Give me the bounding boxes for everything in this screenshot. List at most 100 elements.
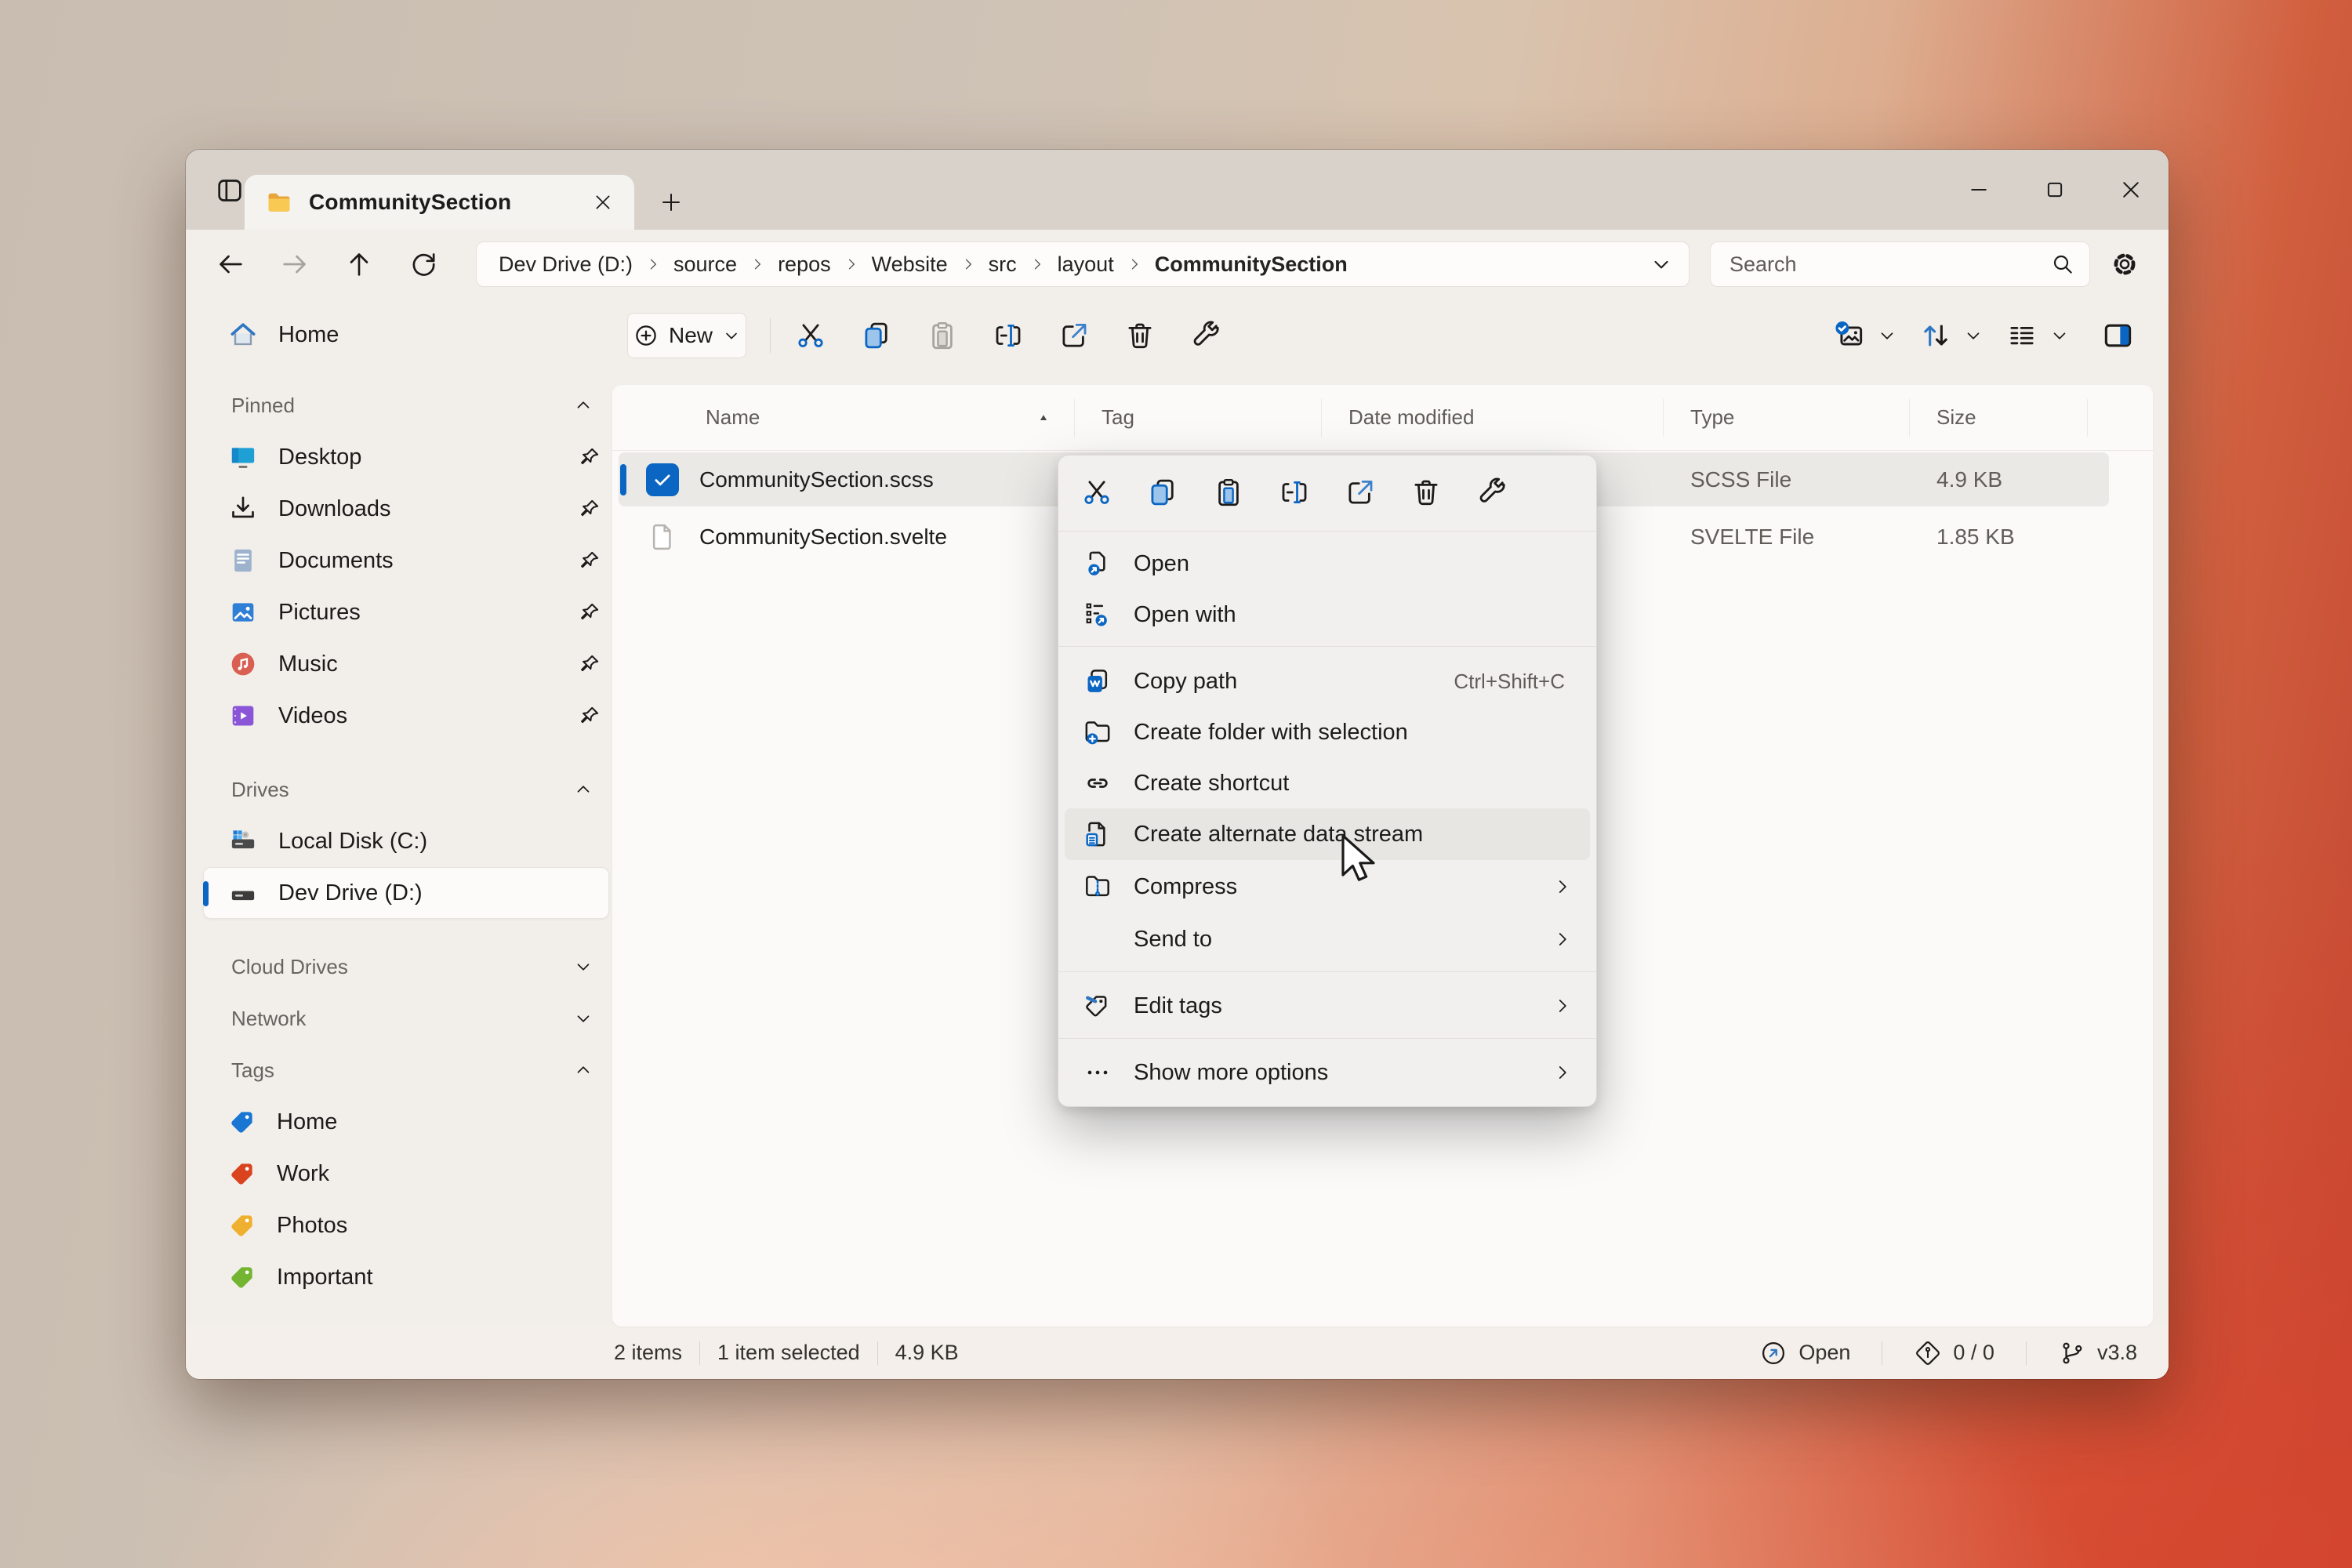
sidebar-tag-important[interactable]: Important <box>186 1251 612 1303</box>
rename-button[interactable] <box>1272 470 1317 515</box>
paste-button[interactable] <box>920 313 965 358</box>
section-header-label: Tags <box>231 1058 274 1083</box>
sidebar-item-dev-drive-d[interactable]: Dev Drive (D:) <box>203 867 609 919</box>
sidebar-item-pictures[interactable]: Pictures <box>186 586 612 638</box>
copy-button[interactable] <box>1140 470 1185 515</box>
chevron-up-icon[interactable] <box>573 395 593 416</box>
share-button[interactable] <box>1338 470 1383 515</box>
sidebar-tag-photos[interactable]: Photos <box>186 1200 612 1251</box>
sort-button[interactable] <box>1913 313 1958 358</box>
sidebar-item-music[interactable]: Music <box>186 638 612 690</box>
data-stream-icon <box>1082 818 1113 850</box>
rename-button[interactable] <box>985 313 1031 358</box>
chevron-up-icon[interactable] <box>573 779 593 800</box>
breadcrumb-segment[interactable]: Website <box>870 249 949 280</box>
sidebar-item-downloads[interactable]: Downloads <box>186 483 612 535</box>
pin-icon[interactable] <box>578 445 601 469</box>
paste-button[interactable] <box>1206 470 1251 515</box>
cut-button[interactable] <box>1074 470 1120 515</box>
chevron-up-icon[interactable] <box>573 1060 593 1080</box>
sidebar-item-home[interactable]: Home <box>186 309 612 361</box>
column-header-date-modified[interactable]: Date modified <box>1322 399 1664 437</box>
sidebar-item-documents[interactable]: Documents <box>186 535 612 586</box>
menu-item-create-shortcut[interactable]: Create shortcut <box>1065 757 1590 809</box>
sidebar-item-label: Pictures <box>278 600 361 626</box>
sidebar-section-cloud-drives[interactable]: Cloud Drives <box>186 941 612 993</box>
pin-icon[interactable] <box>578 601 601 624</box>
sidebar-section-pinned[interactable]: Pinned <box>186 379 612 431</box>
search-icon[interactable] <box>2050 252 2075 277</box>
pin-icon[interactable] <box>578 497 601 521</box>
pin-icon[interactable] <box>578 652 601 676</box>
pin-icon[interactable] <box>578 704 601 728</box>
menu-item-open[interactable]: Open <box>1065 538 1590 590</box>
breadcrumb-segment[interactable]: source <box>672 249 739 280</box>
selection-options-button[interactable] <box>1827 313 1872 358</box>
row-checkbox-checked[interactable] <box>646 463 679 496</box>
properties-button[interactable] <box>1183 313 1229 358</box>
column-header-name[interactable]: Name <box>612 399 1075 437</box>
close-icon <box>593 192 613 212</box>
breadcrumb-segment[interactable]: layout <box>1056 249 1116 280</box>
address-bar[interactable]: Dev Drive (D:) source repos Website src … <box>476 241 1690 287</box>
delete-button[interactable] <box>1403 470 1449 515</box>
column-header-tag[interactable]: Tag <box>1075 399 1322 437</box>
sidebar-section-drives[interactable]: Drives <box>186 764 612 815</box>
new-button[interactable]: New <box>627 313 746 358</box>
breadcrumb-segment[interactable]: repos <box>776 249 833 280</box>
chevron-down-icon[interactable] <box>1650 252 1673 276</box>
sidebar-item-desktop[interactable]: Desktop <box>186 431 612 483</box>
chevron-down-icon[interactable] <box>573 956 593 977</box>
sidebar-item-videos[interactable]: Videos <box>186 690 612 742</box>
menu-item-copy-path[interactable]: Copy path Ctrl+Shift+C <box>1065 655 1590 707</box>
menu-item-create-folder-with-selection[interactable]: Create folder with selection <box>1065 706 1590 758</box>
chevron-down-icon[interactable] <box>1877 325 1897 346</box>
maximize-button[interactable] <box>2016 150 2092 230</box>
sidebar-section-tags[interactable]: Tags <box>186 1044 612 1096</box>
preview-pane-toggle[interactable] <box>2095 313 2140 358</box>
delete-button[interactable] <box>1117 313 1163 358</box>
breadcrumb-segment[interactable]: Dev Drive (D:) <box>497 249 634 280</box>
status-divider <box>2026 1341 2027 1365</box>
chevron-down-icon[interactable] <box>2049 325 2070 346</box>
breadcrumb-segment-current[interactable]: CommunitySection <box>1153 249 1349 280</box>
close-window-button[interactable] <box>2092 150 2169 230</box>
up-button[interactable] <box>336 241 382 287</box>
column-header-size[interactable]: Size <box>1910 399 2088 437</box>
sidebar-item-label: Dev Drive (D:) <box>278 880 423 906</box>
search-box[interactable] <box>1710 241 2090 287</box>
tab-communitysection[interactable]: CommunitySection <box>245 175 634 230</box>
back-button[interactable] <box>208 241 253 287</box>
menu-item-open-with[interactable]: Open with <box>1065 589 1590 641</box>
sidebar-section-network[interactable]: Network <box>186 993 612 1044</box>
properties-button[interactable] <box>1469 470 1515 515</box>
sidebar-tag-home[interactable]: Home <box>186 1096 612 1148</box>
copy-button[interactable] <box>854 313 899 358</box>
refresh-button[interactable] <box>401 241 446 287</box>
chevron-down-icon[interactable] <box>1963 325 1984 346</box>
sidebar-item-local-disk-c[interactable]: Local Disk (C:) <box>186 815 612 867</box>
column-header-type[interactable]: Type <box>1664 399 1910 437</box>
version-status[interactable]: v3.8 <box>2058 1339 2137 1367</box>
minimize-button[interactable] <box>1940 150 2016 230</box>
status-open-button[interactable]: Open <box>1759 1339 1850 1367</box>
menu-item-edit-tags[interactable]: Edit tags <box>1065 980 1590 1032</box>
search-input[interactable] <box>1730 252 2050 277</box>
chevron-down-icon[interactable] <box>573 1008 593 1029</box>
forward-button[interactable] <box>272 241 318 287</box>
new-tab-button[interactable] <box>652 183 691 222</box>
breadcrumb-segment[interactable]: src <box>987 249 1018 280</box>
sidebar-tag-work[interactable]: Work <box>186 1148 612 1200</box>
menu-item-send-to[interactable]: Send to <box>1065 913 1590 965</box>
git-changes-status[interactable]: 0 / 0 <box>1914 1339 1994 1367</box>
pin-icon[interactable] <box>578 549 601 572</box>
menu-item-compress[interactable]: Compress <box>1065 861 1590 913</box>
share-button[interactable] <box>1051 313 1097 358</box>
tab-close-button[interactable] <box>586 185 620 220</box>
settings-button[interactable] <box>2101 241 2148 287</box>
view-options-button[interactable] <box>1999 313 2045 358</box>
menu-item-show-more-options[interactable]: Show more options <box>1065 1047 1590 1098</box>
menu-item-create-alternate-data-stream[interactable]: Create alternate data stream <box>1065 808 1590 860</box>
cut-button[interactable] <box>788 313 833 358</box>
file-name: CommunitySection.svelte <box>699 524 947 550</box>
